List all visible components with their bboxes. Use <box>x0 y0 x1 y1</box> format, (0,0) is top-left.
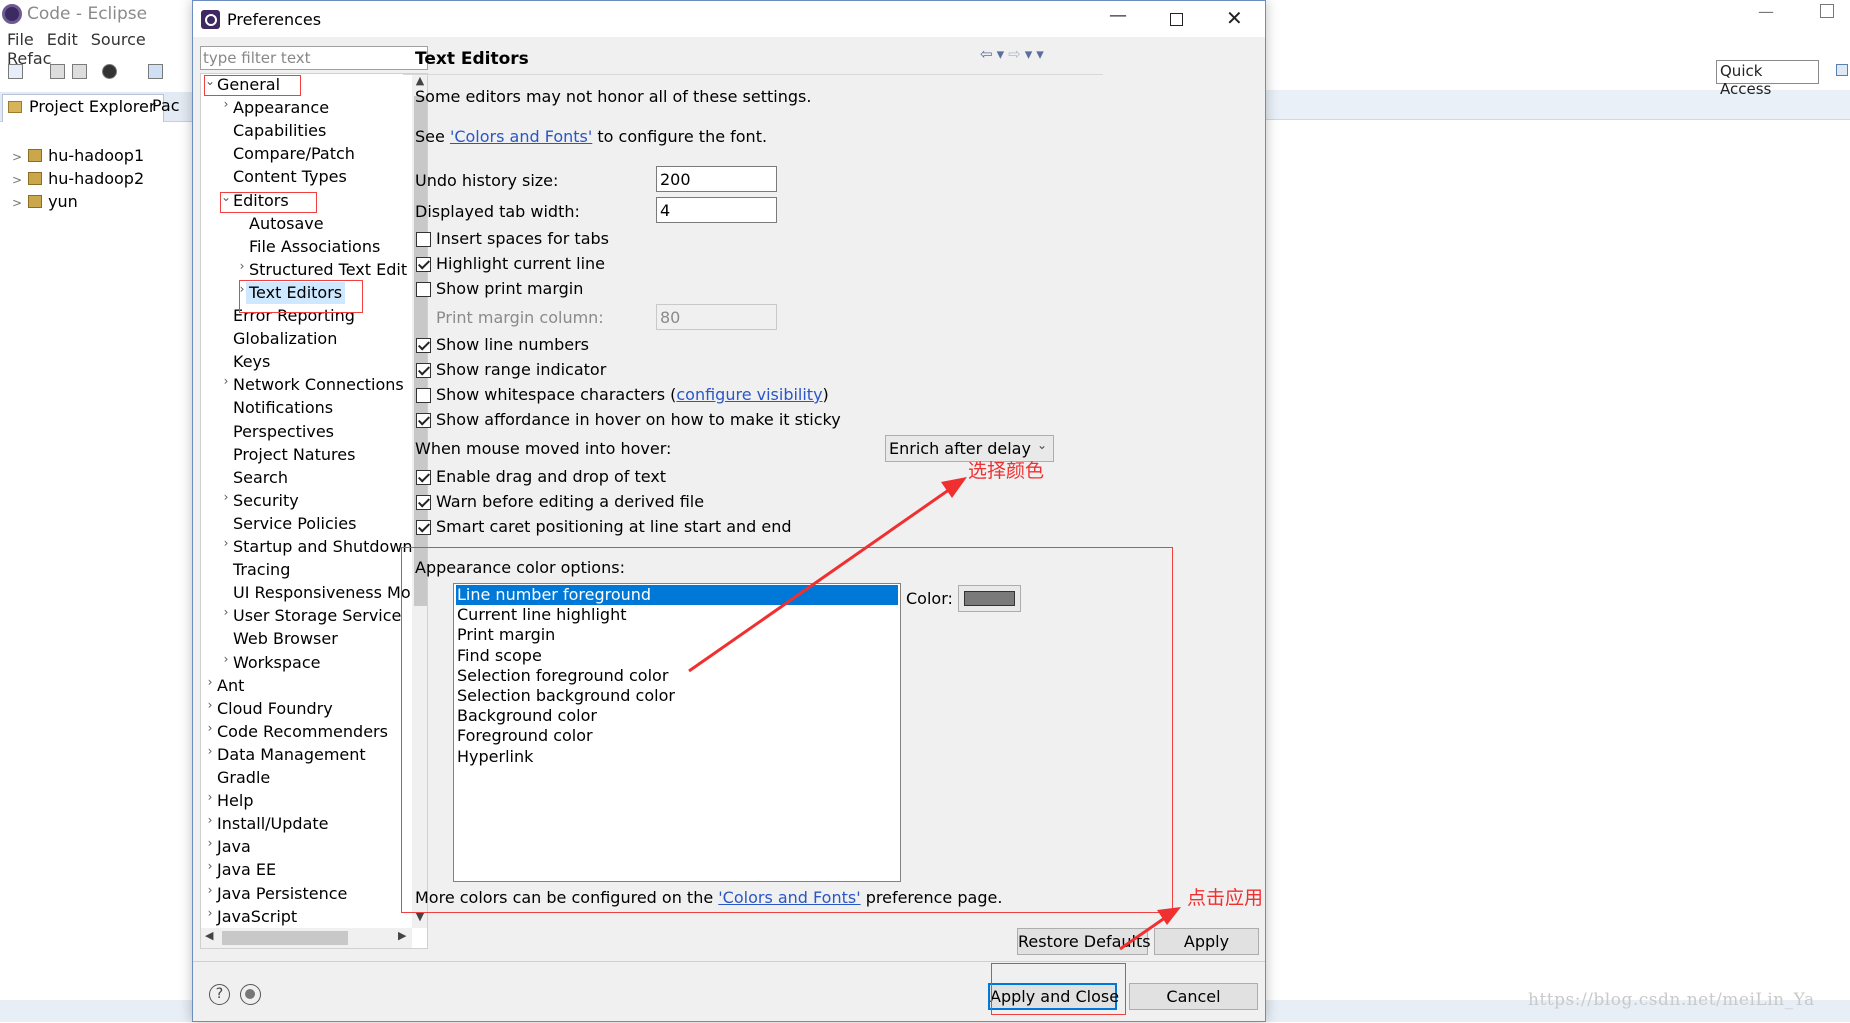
perspective-icon[interactable] <box>1836 64 1848 76</box>
chevron-right-icon[interactable]: > <box>12 196 22 210</box>
tab-label: Project Explorer <box>29 97 156 116</box>
menu-source[interactable]: Source <box>91 30 146 49</box>
project-label: hu-hadoop2 <box>48 169 145 188</box>
project-icon <box>28 172 43 185</box>
tab-package[interactable]: Pac <box>152 96 180 115</box>
menu-edit[interactable]: Edit <box>47 30 78 49</box>
annotation-arrows <box>688 477 1181 951</box>
window-restore-button[interactable] <box>1820 4 1834 18</box>
save-all-icon[interactable] <box>72 64 87 79</box>
eclipse-toolbar <box>0 58 200 86</box>
quick-access-input[interactable]: Quick Access <box>1716 60 1819 98</box>
project-label: yun <box>48 192 78 211</box>
project-hu-hadoop2[interactable]: > hu-hadoop2 <box>12 169 144 188</box>
annotation-select-color: 选择颜色 <box>968 460 1045 482</box>
eclipse-app-icon <box>2 4 22 24</box>
eclipse-menubar: File Edit SourceRefac <box>0 30 200 68</box>
menu-file[interactable]: File <box>7 30 34 49</box>
arrow-head-icon <box>941 477 967 498</box>
terminal-icon[interactable] <box>148 64 163 79</box>
annotation-arrow-line <box>1119 913 1170 951</box>
preferences-dialog: Preferences — ✕ ⌄General›AppearanceCapab… <box>192 0 1266 1022</box>
project-yun[interactable]: > yun <box>12 192 78 211</box>
project-icon <box>28 149 43 162</box>
eclipse-window-title: Code - Eclipse <box>27 4 148 24</box>
project-hu-hadoop1[interactable]: > hu-hadoop1 <box>12 146 144 165</box>
new-icon[interactable] <box>8 64 23 79</box>
window-minimize-button[interactable]: — <box>1758 2 1774 21</box>
chevron-right-icon[interactable]: > <box>12 150 22 164</box>
tab-project-explorer[interactable]: Project Explorer <box>2 94 165 122</box>
project-label: hu-hadoop1 <box>48 146 145 165</box>
watermark: https://blog.csdn.net/meiLin_Ya <box>1528 990 1815 1010</box>
annotation-click-apply: 点击应用 <box>1187 887 1264 909</box>
chevron-right-icon[interactable]: > <box>12 173 22 187</box>
folder-icon <box>8 101 22 113</box>
annotation-arrow-line <box>688 485 954 673</box>
account-icon[interactable] <box>102 64 117 79</box>
save-icon[interactable] <box>50 64 65 79</box>
project-icon <box>28 195 43 208</box>
